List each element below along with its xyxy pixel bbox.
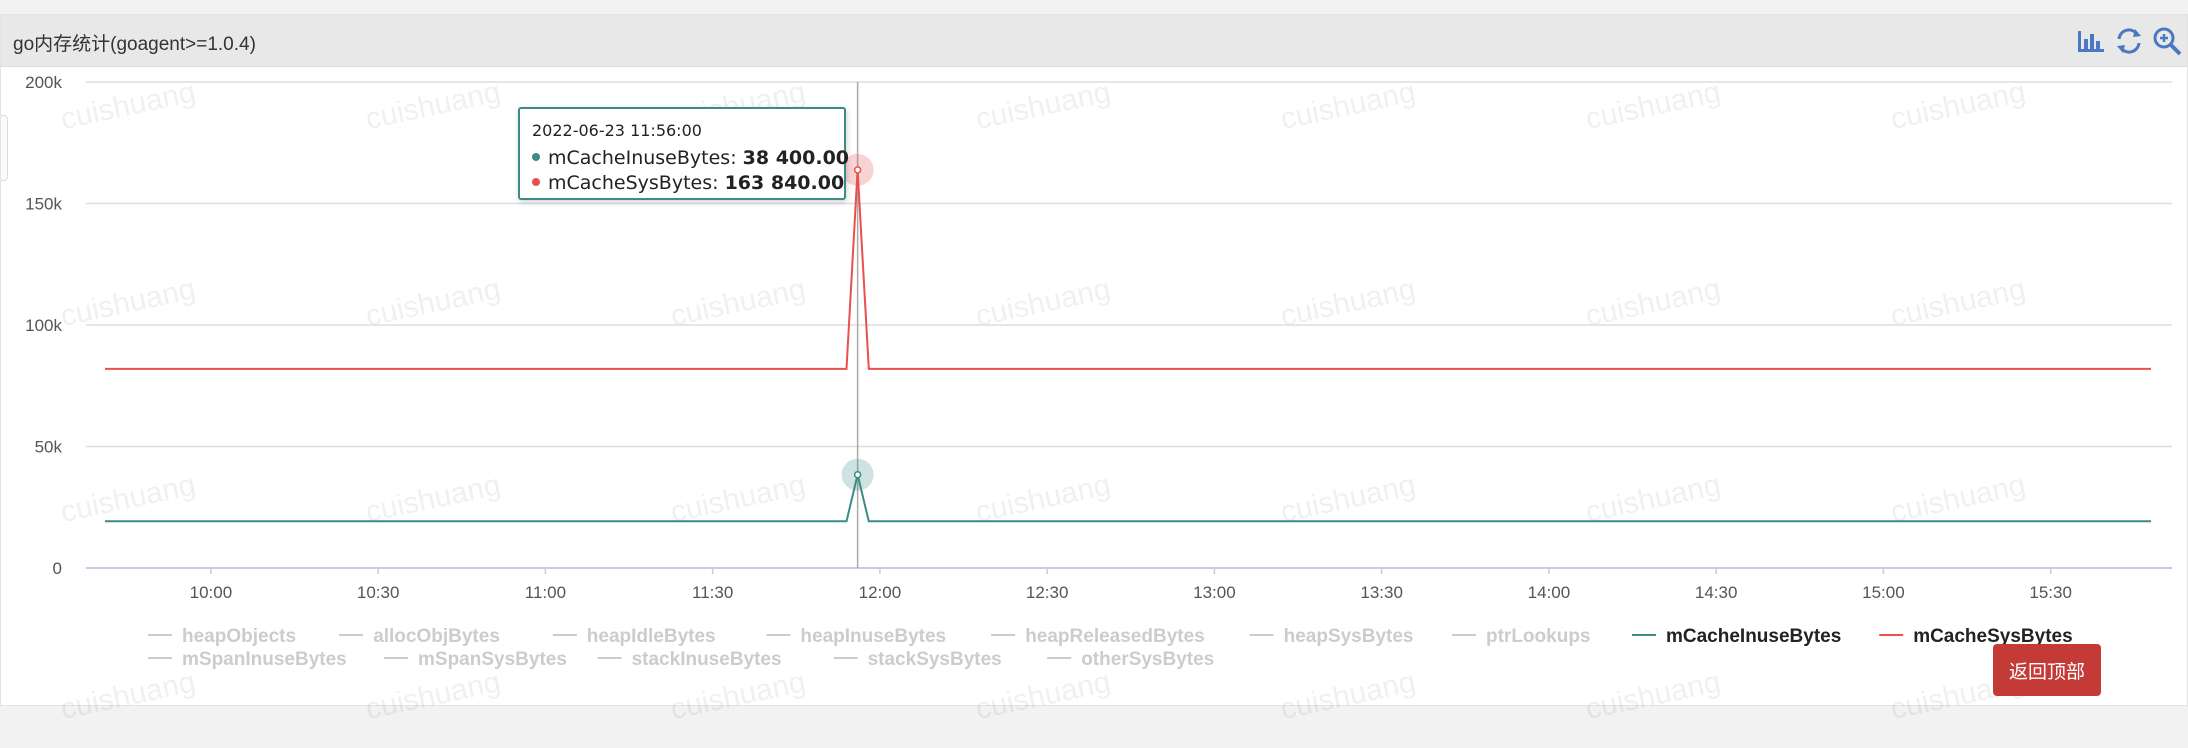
tooltip: 2022-06-23 11:56:00 mCacheInuseBytes: 38…: [518, 107, 849, 200]
x-axis: 10:00 10:30 11:00 11:30 12:00 12:30 13:00 13:30…: [190, 568, 2072, 602]
x-tick-label: 10:00: [190, 583, 233, 602]
watermark-text: cuishuang: [58, 665, 199, 726]
line-chart: cuishuang cuishuang cuishuang cuishuang cuis…: [25, 73, 2172, 726]
tooltip-series-value: 163 840.00: [724, 172, 845, 194]
watermark-text: cuishuang: [668, 468, 809, 529]
y-tick-label: 50k: [35, 438, 63, 457]
legend-item-heapInuseBytes: heapInuseBytes: [800, 626, 946, 647]
legend-item-otherSysBytes: otherSysBytes: [1081, 649, 1214, 670]
legend-item-heapIdleBytes: heapIdleBytes: [587, 626, 716, 647]
watermark-text: cuishuang: [1278, 665, 1419, 726]
watermark-text: cuishuang: [973, 468, 1114, 529]
y-tick-label: 100k: [25, 316, 62, 335]
x-tick-label: 11:00: [525, 583, 566, 602]
watermark-text: cuishuang: [1888, 468, 2029, 529]
legend-item-ptrLookups: ptrLookups: [1486, 626, 1591, 647]
legend-item-heapObjects: heapObjects: [182, 626, 296, 647]
watermark-text: cuishuang: [1278, 468, 1419, 529]
x-tick-label: 12:00: [859, 583, 902, 602]
y-tick-label: 200k: [25, 73, 62, 92]
x-tick-label: 15:30: [2029, 583, 2072, 602]
legend-item-mSpanInuseBytes: mSpanInuseBytes: [182, 649, 347, 670]
watermark-text: cuishuang: [1278, 75, 1419, 136]
x-tick-label: 13:00: [1193, 583, 1236, 602]
watermark-text: cuishuang: [973, 75, 1114, 136]
legend-item-heapSysBytes: heapSysBytes: [1284, 626, 1414, 647]
legend-item-heapReleasedBytes: heapReleasedBytes: [1025, 626, 1205, 647]
y-tick-label: 0: [53, 559, 62, 578]
watermark-text: cuishuang: [1278, 272, 1419, 333]
y-axis: 0 50k 100k 150k 200k: [25, 73, 62, 578]
tooltip-series-value: 38 400.00: [742, 147, 850, 169]
x-tick-label: 15:00: [1862, 583, 1905, 602]
watermark-text: cuishuang: [1583, 665, 1724, 726]
watermark-text: cuishuang: [363, 75, 504, 136]
watermark-text: cuishuang: [58, 272, 199, 333]
watermark-text: cuishuang: [973, 272, 1114, 333]
watermark-text: cuishuang: [58, 468, 199, 529]
watermark-text: cuishuang: [363, 468, 504, 529]
tooltip-row: mCacheSysBytes: 163 840.00: [532, 171, 844, 196]
watermark-text: cuishuang: [363, 665, 504, 726]
watermark-text: cuishuang: [363, 272, 504, 333]
tooltip-series-name: mCacheSysBytes: [548, 172, 713, 194]
series-dot-icon: [532, 152, 540, 161]
legend-item-mCacheInuseBytes: mCacheInuseBytes: [1666, 626, 1841, 647]
watermark-text: cuishuang: [1583, 272, 1724, 333]
tooltip-row: mCacheInuseBytes: 38 400.00: [532, 146, 849, 171]
watermark-text: cuishuang: [668, 272, 809, 333]
legend-item-stackInuseBytes: stackInuseBytes: [632, 649, 782, 670]
back-to-top-button[interactable]: 返回顶部: [1993, 644, 2101, 696]
tooltip-time: 2022-06-23 11:56:00: [532, 121, 702, 140]
x-tick-label: 12:30: [1026, 583, 1069, 602]
watermark-text: cuishuang: [1888, 75, 2029, 136]
x-tick-label: 13:30: [1360, 583, 1403, 602]
watermark-text: cuishuang: [1583, 75, 1724, 136]
y-tick-label: 150k: [25, 195, 62, 214]
series-line-mCacheSysBytes: [105, 169, 2151, 370]
x-tick-label: 14:30: [1695, 583, 1738, 602]
x-tick-label: 11:30: [692, 583, 733, 602]
x-tick-label: 10:30: [357, 583, 400, 602]
watermark-text: cuishuang: [1888, 272, 2029, 333]
legend-item-stackSysBytes: stackSysBytes: [868, 649, 1002, 670]
legend-item-allocObjBytes: allocObjBytes: [373, 626, 500, 647]
hover-point: [853, 166, 862, 174]
x-tick-label: 14:00: [1528, 583, 1571, 602]
watermark-text: cuishuang: [58, 75, 199, 136]
series-dot-icon: [532, 177, 540, 186]
legend: heapObjects allocObjBytes heapIdleBytes hea…: [148, 626, 2073, 670]
series-layer: [105, 153, 2151, 523]
watermark-text: cuishuang: [973, 665, 1114, 726]
tooltip-series-name: mCacheInuseBytes: [548, 147, 731, 169]
legend-item-mSpanSysBytes: mSpanSysBytes: [418, 649, 567, 670]
hover-point: [853, 470, 862, 479]
watermark-text: cuishuang: [1583, 468, 1724, 529]
watermark-text: cuishuang: [668, 665, 809, 726]
